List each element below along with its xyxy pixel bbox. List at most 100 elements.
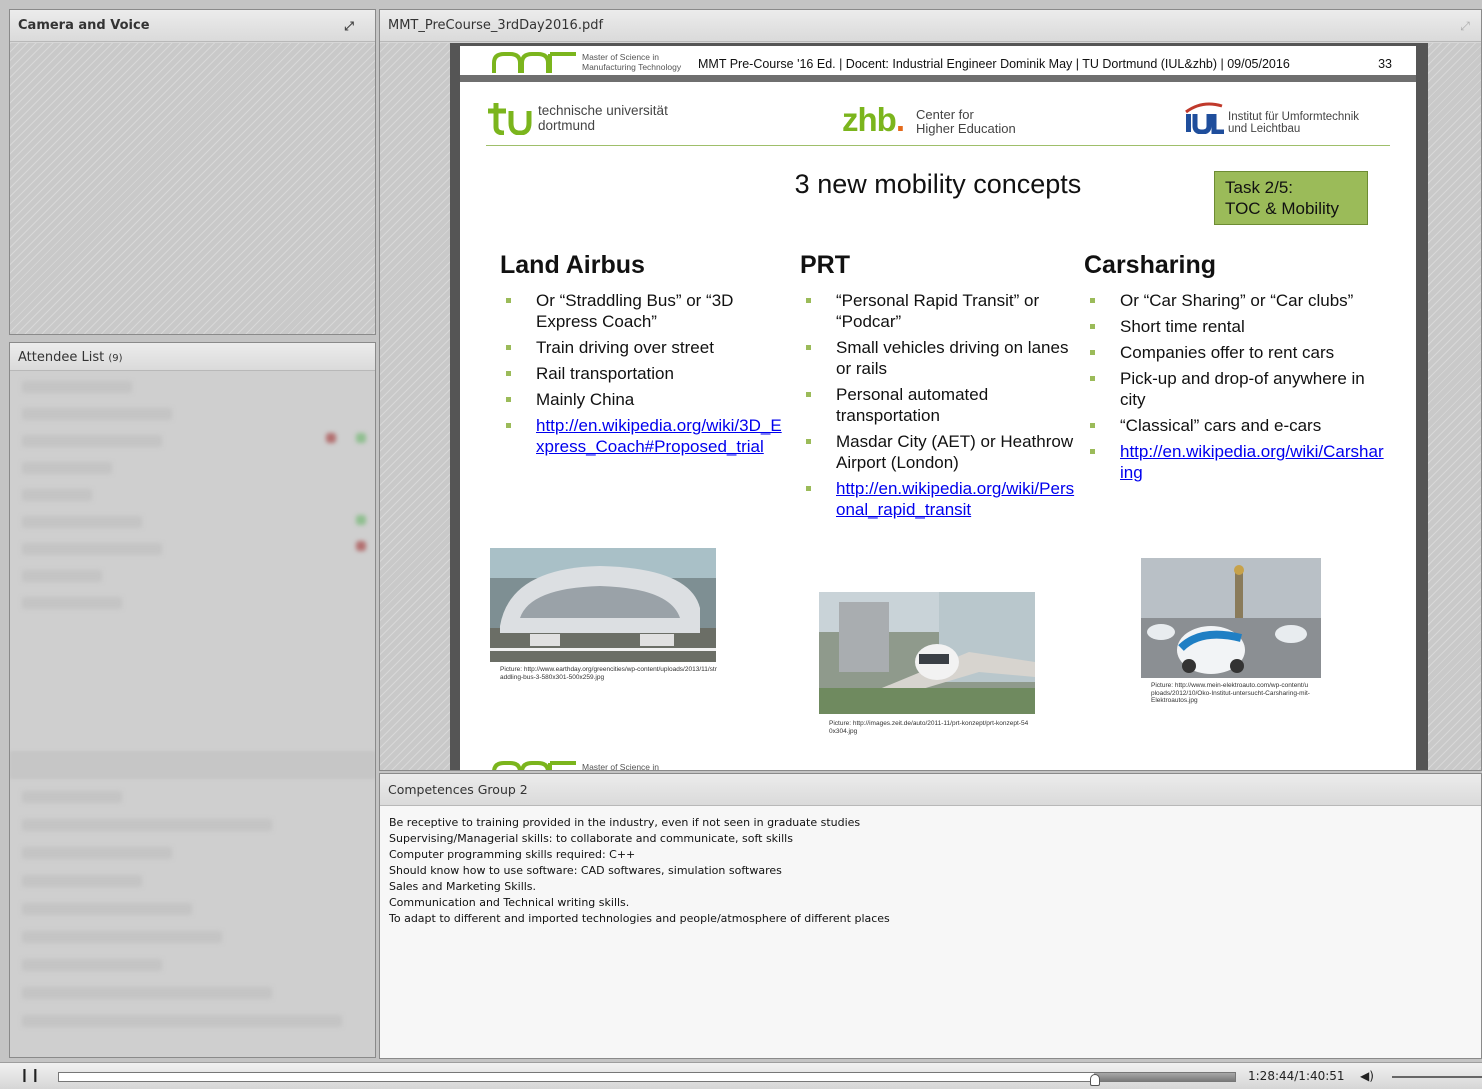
competences-title: Competences Group 2 [388, 782, 528, 797]
status-icon [356, 433, 366, 443]
bullet-item: Short time rental [1084, 316, 1384, 337]
list-item[interactable] [22, 381, 132, 393]
note-line: Communication and Technical writing skil… [389, 896, 630, 909]
tu-text: technische universität dortmund [538, 103, 668, 133]
mmt-subtitle-line2: Manufacturing Technology [582, 62, 682, 72]
bullet-item: Or “Car Sharing” or “Car clubs” [1084, 290, 1384, 311]
bullet-item: Personal automated transportation [800, 384, 1080, 426]
status-icon [356, 515, 366, 525]
column-heading: Land Airbus [500, 251, 645, 279]
bullet-item: Small vehicles driving on lanes or rails [800, 337, 1080, 379]
seek-track[interactable] [58, 1072, 1236, 1082]
maximize-icon[interactable]: ⤢ [1457, 18, 1473, 34]
slide: Master of Science in Manufacturing Techn… [460, 46, 1416, 771]
wiki-link[interactable]: http://en.wikipedia.org/wiki/Carsharing [1084, 441, 1384, 483]
iul-logo [1185, 102, 1224, 134]
pause-icon[interactable]: ❙❙ [19, 1069, 41, 1083]
column-land-airbus: Land Airbus Or “Straddling Bus” or “3D E… [500, 251, 790, 462]
note-line: Be receptive to training provided in the… [389, 816, 861, 829]
seek-thumb[interactable] [1089, 1074, 1100, 1086]
camera-voice-title: Camera and Voice [18, 18, 150, 33]
note-line: Sales and Marketing Skills. [389, 880, 537, 893]
list-item[interactable] [22, 570, 102, 582]
time-readout: 1:28:44/1:40:51 [1248, 1069, 1345, 1083]
zhb-text: Center for Higher Education [916, 108, 1016, 136]
column-heading: Carsharing [1084, 251, 1216, 279]
notes-header-blurred [10, 751, 375, 779]
list-item[interactable] [22, 543, 162, 555]
attendee-list-pod: Attendee List (9) [9, 342, 376, 1058]
iul-line2: und Leichtbau [1228, 123, 1301, 135]
zhb-letters: zhb [842, 101, 897, 138]
tu-logo [488, 103, 532, 135]
list-item[interactable] [22, 489, 92, 501]
note-line: Computer programming skills required: C+… [389, 848, 636, 861]
share-area: Master of Science in Manufacturing Techn… [380, 43, 1481, 770]
list-item [22, 987, 272, 999]
status-icon [326, 433, 336, 443]
bullet-item: Pick-up and drop-of anywhere in city [1084, 368, 1384, 410]
list-item [22, 959, 162, 971]
tu-line2: dortmund [538, 118, 596, 133]
mmt-subtitle: Master of Science in Manufacturing Techn… [582, 52, 681, 72]
column-heading: PRT [800, 251, 850, 279]
task-line1: Task 2/5: [1225, 178, 1294, 197]
list-item[interactable] [22, 597, 122, 609]
attendee-list-body [10, 371, 375, 1057]
maximize-icon[interactable]: ⤢ [341, 18, 357, 34]
column-carsharing: Carsharing Or “Car Sharing” or “Car club… [1084, 251, 1384, 488]
share-pod-title: MMT_PreCourse_3rdDay2016.pdf [388, 18, 604, 33]
list-item [22, 819, 272, 831]
note-line: Should know how to use software: CAD sof… [389, 864, 782, 877]
status-icon [356, 541, 366, 551]
share-pod: MMT_PreCourse_3rdDay2016.pdf ⤢ Master of… [379, 9, 1482, 771]
attendee-count: (9) [108, 353, 123, 364]
bullet-item: Mainly China [500, 389, 790, 410]
wiki-link[interactable]: http://en.wikipedia.org/wiki/Personal_ra… [800, 478, 1080, 520]
prt-podcar-image [819, 592, 1035, 714]
list-item[interactable] [22, 435, 162, 447]
slide-header-text: MMT Pre-Course '16 Ed. | Docent: Industr… [698, 57, 1290, 71]
speaker-icon[interactable]: ◀) [1360, 1068, 1376, 1084]
competences-pod: Competences Group 2 Be receptive to trai… [379, 773, 1482, 1059]
task-line2: TOC & Mobility [1225, 199, 1339, 218]
list-item[interactable] [22, 516, 142, 528]
tu-line1: technische universität [538, 103, 668, 118]
mmt-logo [492, 52, 576, 73]
camera-voice-pod: Camera and Voice ⤢ [9, 9, 376, 335]
list-item [22, 875, 142, 887]
iul-line1: Institut für Umformtechnik [1228, 111, 1360, 123]
mmt-subtitle-line1: Master of Science in [582, 52, 660, 62]
image-caption: Picture: http://images.zeit.de/auto/2011… [829, 720, 1029, 735]
volume-slider[interactable] [1392, 1076, 1482, 1078]
task-box: Task 2/5: TOC & Mobility [1214, 171, 1368, 225]
share-pod-header: MMT_PreCourse_3rdDay2016.pdf ⤢ [380, 10, 1481, 42]
slide-header-bar: Master of Science in Manufacturing Techn… [460, 46, 1416, 82]
bullet-item: Masdar City (AET) or Heathrow Airport (L… [800, 431, 1080, 473]
wiki-link[interactable]: http://en.wikipedia.org/wiki/3D_Express_… [500, 415, 790, 457]
list-item [22, 791, 122, 803]
mmt-footer-subtitle: Master of Science in [582, 762, 660, 771]
logo-row: technische universität dortmund zhb. Cen… [486, 96, 1390, 146]
image-caption: Picture: http://www.mein-elektroauto.com… [1151, 682, 1310, 704]
seek-progress [1093, 1073, 1235, 1081]
straddling-bus-image [490, 548, 716, 662]
zhb-logo: zhb. [842, 101, 905, 138]
list-item [22, 903, 192, 915]
list-item[interactable] [22, 408, 172, 420]
competences-notes[interactable]: Be receptive to training provided in the… [389, 815, 890, 927]
bullet-item: Rail transportation [500, 363, 790, 384]
playback-bar: ❙❙ 1:28:44/1:40:51 ◀) [0, 1062, 1482, 1089]
attendee-list-title: Attendee List [18, 350, 105, 365]
zhb-line1: Center for [916, 107, 974, 122]
mmt-logo-footer [492, 761, 576, 770]
list-item [22, 847, 172, 859]
bullet-item: Train driving over street [500, 337, 790, 358]
slide-viewport[interactable]: Master of Science in Manufacturing Techn… [450, 43, 1428, 771]
note-line: To adapt to different and imported techn… [389, 912, 890, 925]
bullet-item: Or “Straddling Bus” or “3D Express Coach… [500, 290, 790, 332]
note-line: Supervising/Managerial skills: to collab… [389, 832, 793, 845]
list-item [22, 1015, 342, 1027]
list-item[interactable] [22, 462, 112, 474]
iul-text: Institut für Umformtechnik und Leichtbau [1228, 111, 1359, 135]
